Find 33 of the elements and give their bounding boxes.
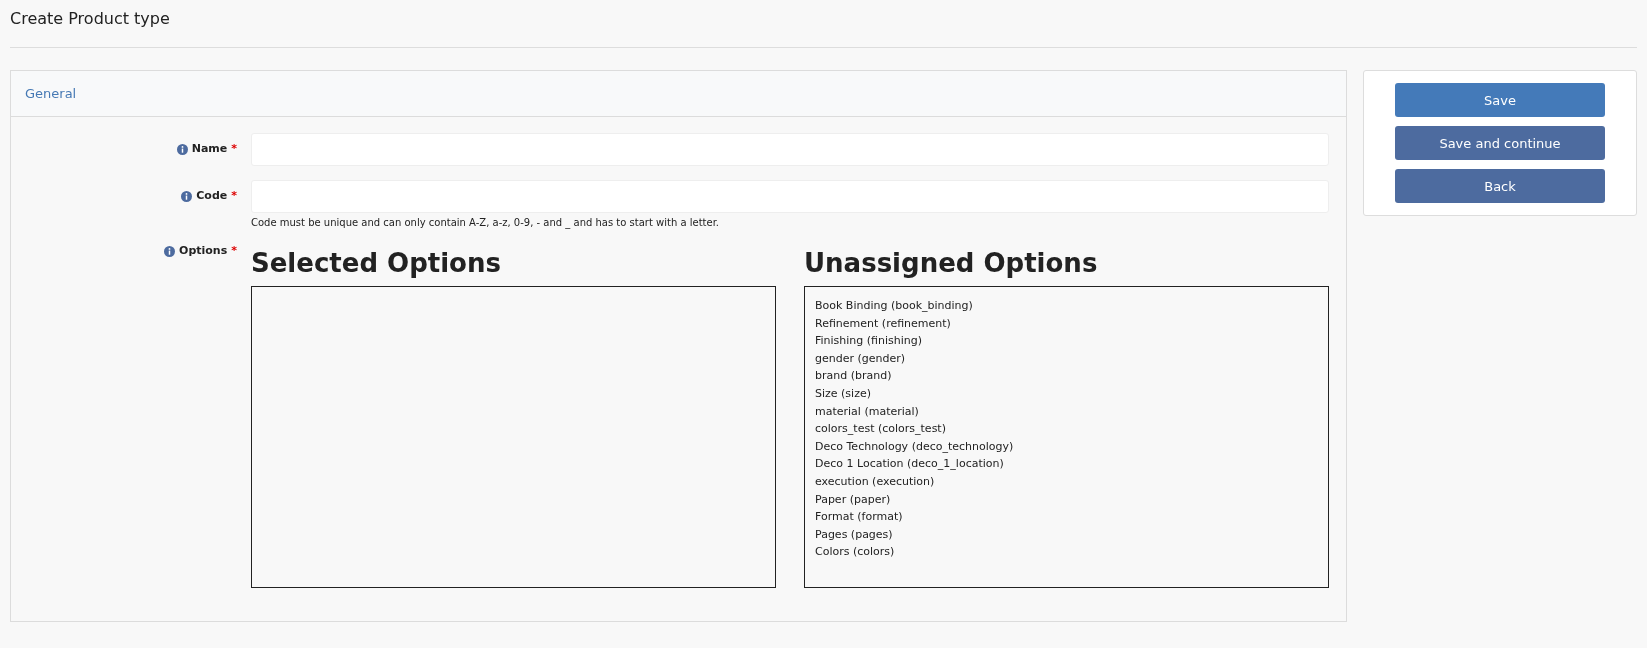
option-item[interactable]: Format (format) [815,508,1318,526]
option-item[interactable]: colors_test (colors_test) [815,420,1318,438]
field-label: Name [191,142,228,155]
info-icon [164,246,176,257]
required-mark: * [231,189,237,202]
page-title: Create Product type [10,0,1637,48]
help-text: Code must be unique and can only contain A-Z, a-z, 0-9, - and _ and has to start with a letter. [251,217,721,228]
option-item[interactable]: gender (gender) [815,349,1318,368]
field-label: Options [179,244,228,257]
option-item[interactable]: Size (size) [815,384,1318,403]
option-item[interactable]: brand (brand) [815,367,1318,385]
field-label: Code [196,189,228,202]
action-button[interactable]: Back [1395,169,1605,203]
option-item[interactable]: Deco Technology (deco_technology) [815,437,1318,456]
option-item[interactable]: Paper (paper) [815,490,1318,509]
option-item[interactable]: Pages (pages) [815,525,1318,544]
option-item[interactable]: Book Binding (book_binding) [815,297,1318,315]
list-heading: Selected Options [251,248,502,278]
option-item[interactable]: Refinement (refinement) [815,314,1318,333]
list-heading: Unassigned Options [804,248,1099,278]
panel-tab[interactable]: General [25,86,77,101]
action-button[interactable]: Save and continue [1395,126,1605,160]
info-icon [181,191,193,202]
option-item[interactable]: material (material) [815,402,1318,421]
info-icon [176,144,188,155]
option-item[interactable]: Finishing (finishing) [815,332,1318,350]
option-item[interactable]: Deco 1 Location (deco_1_location) [815,455,1318,473]
options-list[interactable] [804,286,1329,588]
action-button[interactable]: Save [1395,83,1605,117]
option-item[interactable]: execution (execution) [815,472,1318,491]
option-item[interactable]: Colors (colors) [815,543,1318,561]
required-mark: * [231,244,237,257]
required-mark: * [231,142,237,155]
